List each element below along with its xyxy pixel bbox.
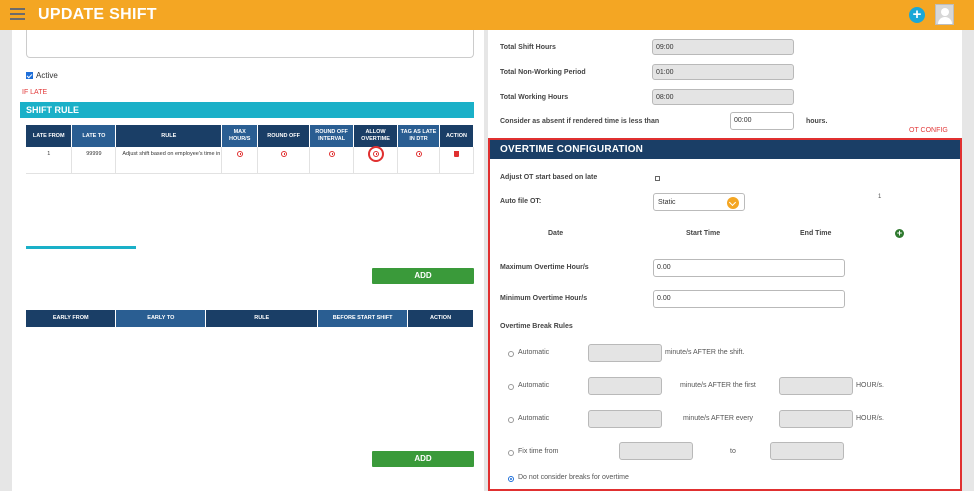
rule-3-text: minute/s AFTER every [683,415,754,422]
overtime-config-title: OVERTIME CONFIGURATION [490,140,960,159]
hamburger-menu-icon[interactable] [10,8,25,21]
if-late-label: IF LATE [22,89,48,96]
avatar[interactable] [935,4,954,25]
allow-overtime-icon[interactable] [367,146,384,162]
top-bar: UPDATE SHIFT + [0,0,974,30]
chevron-down-icon[interactable] [727,197,739,209]
adjust-ot-checkbox[interactable] [655,176,660,181]
break-rule-radio-2[interactable] [508,384,514,390]
col-before-start: BEFORE START SHIFT [317,310,409,327]
non-working-label: Total Non-Working Period [500,69,586,76]
total-shift-hours-label: Total Shift Hours [500,44,556,51]
break-rule-radio-1[interactable] [508,351,514,357]
col-round-off: ROUND OFF [257,125,311,147]
min-overtime-label: Minimum Overtime Hour/s [500,295,588,302]
break-rule-4-label: Fix time from [518,448,559,455]
hours-suffix: hours. [806,118,828,125]
col-rule: RULE [115,125,223,147]
round-off-info-icon[interactable] [280,151,287,157]
description-textarea[interactable] [26,30,474,58]
early-rules-table: EARLY FROM EARLY TO RULE BEFORE START SH… [26,310,474,327]
page-title: UPDATE SHIFT [38,6,157,23]
col-late-from: LATE FROM [26,125,73,147]
cell-late-from: 1 [26,147,73,174]
add-late-rule-button[interactable]: ADD [372,268,474,284]
active-label: Active [36,71,58,80]
absent-label: Consider as absent if rendered time is l… [500,118,660,125]
working-hours-field: 08:00 [652,89,794,105]
max-hours-info-icon[interactable] [236,151,243,157]
cell-rule: Adjust shift based on employee's time in [115,147,223,174]
max-overtime-input[interactable]: 0.00 [653,259,845,277]
shift-rule-header: SHIFT RULE [20,102,474,118]
round-interval-info-icon[interactable] [328,151,335,157]
absent-hours-input[interactable]: 00:00 [730,112,794,130]
fix-time-from-input[interactable] [619,442,693,460]
rule-3-minutes[interactable] [588,410,662,428]
adjust-ot-label: Adjust OT start based on late [500,174,598,181]
ot-count: 1 [878,194,882,200]
rule-3-hours[interactable] [779,410,853,428]
col-round-off-interval: ROUND OFF INTERVAL [309,125,355,147]
break-rule-3-label: Automatic [518,415,550,422]
active-checkbox-row[interactable]: Active [26,71,58,80]
col-tag-late: TAG AS LATE IN DTR [397,125,440,147]
add-icon[interactable]: + [909,7,925,23]
cell-tag-late [397,147,440,174]
rule-2-suffix: HOUR/s. [856,382,884,389]
fix-time-to-input[interactable] [770,442,844,460]
rule-2-minutes[interactable] [588,377,662,395]
col-early-from: EARLY FROM [26,310,117,327]
rule-1-text: minute/s AFTER the shift. [665,349,745,356]
rule-1-minutes[interactable] [588,344,662,362]
scrollbar[interactable] [26,246,136,249]
cell-allow-overtime [353,146,399,174]
late-rules-table: LATE FROM LATE TO RULE MAX HOUR/S ROUND … [26,125,475,174]
cell-round-interval [309,147,355,174]
break-rule-2-label: Automatic [518,382,550,389]
rule-2-text: minute/s AFTER the first [680,382,756,389]
break-rule-radio-3[interactable] [508,417,514,423]
cell-late-to: 99999 [71,147,117,174]
cell-round-off [257,147,311,174]
rule-3-suffix: HOUR/s. [856,415,884,422]
ot-config-link[interactable]: OT CONFIG [909,127,948,134]
auto-file-value: Static [658,199,676,206]
table-row: 1 99999 Adjust shift based on employee's… [26,146,475,174]
date-col-label: Date [548,230,564,237]
cell-action [439,147,475,174]
col-early-rule: RULE [205,310,319,327]
tag-late-info-icon[interactable] [415,151,422,157]
col-early-to: EARLY TO [115,310,207,327]
left-panel: Active IF LATE SHIFT RULE LATE FROM LATE… [12,30,484,491]
fix-time-to-label: to [730,448,736,455]
col-late-to: LATE TO [71,125,117,147]
right-panel: Total Shift Hours 09:00 Total Non-Workin… [488,30,962,491]
col-max-hours: MAX HOUR/S [221,125,259,147]
end-time-col-label: End Time [800,230,832,237]
add-early-rule-button[interactable]: ADD [372,451,474,467]
working-hours-label: Total Working Hours [500,94,569,101]
total-shift-hours-field: 09:00 [652,39,794,55]
max-overtime-label: Maximum Overtime Hour/s [500,264,589,271]
rule-2-hours[interactable] [779,377,853,395]
col-action: ACTION [439,125,475,147]
start-time-col-label: Start Time [686,230,721,237]
break-rules-label: Overtime Break Rules [500,323,573,330]
col-allow-overtime: ALLOW OVERTIME [353,125,399,147]
break-rule-5-label: Do not consider breaks for overtime [518,474,629,481]
min-overtime-input[interactable]: 0.00 [653,290,845,308]
delete-icon[interactable] [453,151,459,157]
cell-max-hours [221,147,259,174]
add-row-icon[interactable]: + [895,229,904,238]
col-early-action: ACTION [407,310,474,327]
break-rule-radio-4[interactable] [508,450,514,456]
overtime-configuration-panel: OVERTIME CONFIGURATION Adjust OT start b… [488,138,962,491]
non-working-field: 01:00 [652,64,794,80]
break-rule-radio-5[interactable] [508,476,514,482]
active-checkbox[interactable] [26,72,33,79]
break-rule-1-label: Automatic [518,349,550,356]
auto-file-label: Auto file OT: [500,198,542,205]
auto-file-select[interactable]: Static [653,193,745,211]
